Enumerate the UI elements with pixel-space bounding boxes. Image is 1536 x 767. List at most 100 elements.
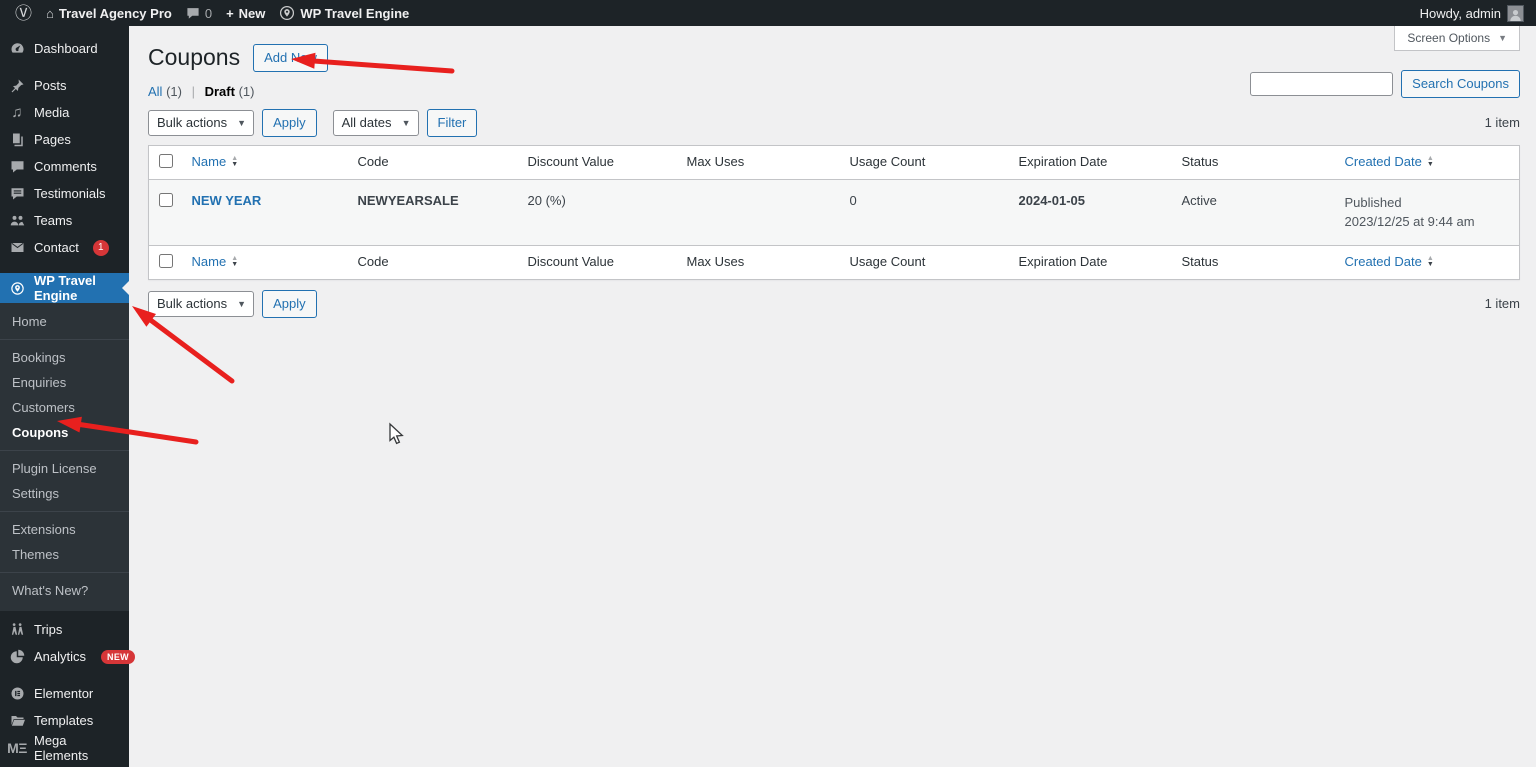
sidebar-item-dashboard[interactable]: Dashboard [0,35,129,62]
main-content: Screen Options ▼ Coupons Add New Search … [129,26,1536,767]
select-all-checkbox[interactable] [159,153,173,168]
sidebar-item-label: Testimonials [34,186,106,201]
coupon-expiration-date: 2024-01-05 [1008,179,1172,246]
search-coupons-button[interactable]: Search Coupons [1401,70,1520,99]
screen-options-label: Screen Options [1407,31,1491,45]
submenu-item-settings[interactable]: Settings [0,481,129,506]
submenu-item-customers[interactable]: Customers [0,395,129,420]
bulk-actions-select[interactable]: Bulk actions ▼ [148,109,255,136]
tablenav-top: Bulk actions ▼ Apply All dates ▼ Filter … [148,108,1520,138]
column-header-discount-value: Discount Value [517,244,677,280]
column-header-created-date[interactable]: Created Date [1345,154,1422,169]
wpte-adminbar-menu[interactable]: WP Travel Engine [272,0,416,26]
sidebar-item-analytics[interactable]: Analytics NEW [0,643,135,670]
submenu-item-extensions[interactable]: Extensions [0,517,129,542]
sidebar-item-wp-travel-engine[interactable]: WP Travel Engine [0,273,129,303]
site-name-menu[interactable]: ⌂ Travel Agency Pro [39,0,179,26]
submenu-item-whats-new[interactable]: What's New? [0,578,129,603]
sidebar-item-testimonials[interactable]: Testimonials [0,180,129,207]
submenu-item-home[interactable]: Home [0,309,129,334]
view-divider: | [191,83,195,99]
row-checkbox[interactable] [159,192,173,207]
select-all-checkbox[interactable] [159,253,173,268]
pages-icon [9,132,25,148]
envelope-icon [9,240,25,256]
column-header-max-uses: Max Uses [676,244,840,280]
analytics-new-badge: NEW [101,649,135,664]
column-header-name[interactable]: Name [192,254,227,269]
published-state: Published [1344,194,1402,210]
sidebar-item-label: Analytics [34,649,87,664]
sidebar-item-pages[interactable]: Pages [0,126,129,153]
sidebar-item-media[interactable]: ♫ Media [0,99,129,126]
submenu-separator [0,339,129,340]
submenu-item-plugin-license[interactable]: Plugin License [0,456,129,481]
coupon-name-link[interactable]: NEW YEAR [192,193,262,208]
view-draft-link[interactable]: Draft [205,84,235,99]
elementor-logo-icon [9,686,25,702]
howdy-admin[interactable]: Howdy, admin [1420,6,1501,21]
sidebar-item-mega-elements[interactable]: MΞ Mega Elements [0,732,129,763]
sidebar-item-contact[interactable]: Contact 1 [0,234,129,261]
filter-button[interactable]: Filter [426,108,478,137]
column-header-usage-count: Usage Count [839,244,1009,280]
screen-options-tab[interactable]: Screen Options ▼ [1394,26,1520,51]
column-header-usage-count: Usage Count [839,145,1009,180]
table-footer-row: Name ▲ ▼ Code Discount Value Max Uses Usag… [148,244,1520,280]
home-icon: ⌂ [46,5,54,21]
new-menu[interactable]: + New [219,0,272,26]
sidebar-item-templates[interactable]: Templates [0,707,129,734]
chevron-down-icon: ▼ [237,298,247,309]
submenu-item-coupons[interactable]: Coupons [0,420,129,445]
coupon-status: Active [1171,179,1335,246]
people-icon [9,213,25,229]
gauge-icon [9,41,25,57]
apply-button[interactable]: Apply [262,108,317,137]
avatar[interactable] [1507,4,1524,22]
comments-menu[interactable]: 0 [179,0,219,26]
wordpress-logo-icon: Ⓥ [15,3,32,23]
sidebar-item-label: Teams [34,213,73,228]
sidebar-item-trips[interactable]: Trips [0,616,129,643]
bulk-actions-select-bottom[interactable]: Bulk actions ▼ [148,290,255,317]
submenu-item-enquiries[interactable]: Enquiries [0,370,129,395]
admin-sidebar: Dashboard Posts ♫ Media Pages Comments T… [0,26,135,767]
column-header-created-date[interactable]: Created Date [1345,254,1422,269]
sidebar-item-label: Mega Elements [34,732,89,763]
sidebar-item-teams[interactable]: Teams [0,207,129,234]
comments-count: 0 [204,5,213,21]
chevron-down-icon: ▼ [237,117,247,128]
column-header-expiration-date: Expiration Date [1008,244,1172,280]
submenu-item-themes[interactable]: Themes [0,542,129,567]
wp-logo-menu[interactable]: Ⓥ [8,0,39,26]
sidebar-item-comments[interactable]: Comments [0,153,129,180]
sidebar-item-label: Elementor [34,686,94,701]
new-label: New [238,5,266,21]
sidebar-item-label: WP Travel Engine [34,273,96,303]
sort-arrows-icon: ▲ ▼ [1426,155,1434,169]
bulk-actions-label: Bulk actions [157,114,228,130]
coupon-usage-count: 0 [839,179,1009,246]
apply-button-bottom[interactable]: Apply [262,289,317,318]
column-header-name[interactable]: Name [192,154,227,169]
wp-travel-engine-logo-icon [9,280,25,296]
published-datetime: 2023/12/25 at 9:44 am [1344,214,1475,230]
all-dates-label: All dates [341,114,392,130]
sidebar-item-label: Pages [34,132,71,147]
search-input[interactable] [1250,72,1394,97]
column-header-max-uses: Max Uses [676,145,840,180]
submenu-item-bookings[interactable]: Bookings [0,345,129,370]
plus-icon: + [226,5,234,21]
date-filter-select[interactable]: All dates ▼ [332,109,419,136]
chevron-down-icon: ▼ [401,117,411,128]
comment-bubble-icon [187,8,199,19]
view-all-count: (1) [166,83,182,99]
view-all-link[interactable]: All [148,84,162,99]
column-header-status: Status [1171,244,1335,280]
sidebar-item-posts[interactable]: Posts [0,72,129,99]
item-count: 1 item [1484,115,1520,131]
add-new-button[interactable]: Add New [253,43,328,73]
coupon-discount-value: 20 (%) [517,179,677,246]
coupons-table: Name ▲ ▼ Code Discount Value Max Uses Usag… [148,144,1520,280]
sidebar-item-elementor[interactable]: Elementor [0,680,129,707]
